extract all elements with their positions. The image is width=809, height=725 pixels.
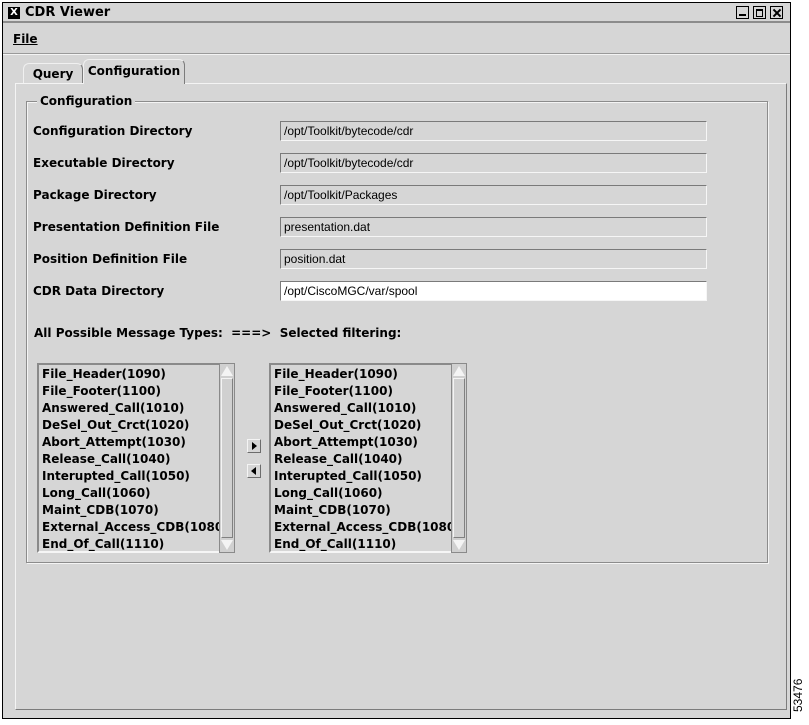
minimize-button[interactable] [736,6,749,19]
tab-query[interactable]: Query [23,63,83,83]
scroll-up-icon[interactable] [221,365,233,377]
list-item[interactable]: Abort_Attempt(1030) [39,434,229,451]
list-item[interactable]: Answered_Call(1010) [271,400,461,417]
list-item[interactable]: End_Of_Call(1110) [39,536,229,553]
presentation-definition-file-field[interactable] [280,217,707,237]
all-message-types-list[interactable]: File_Header(1090) File_Footer(1100) Answer… [37,363,233,553]
scroll-down-icon[interactable] [221,539,233,551]
list-item[interactable]: Abort_Attempt(1030) [271,434,461,451]
executable-directory-label: Executable Directory [33,156,175,170]
list-item[interactable]: Maint_CDB(1070) [39,502,229,519]
list-item[interactable]: End_Of_Call(1110) [271,536,461,553]
menu-file[interactable]: File [13,32,38,46]
all-message-types-scrollbar[interactable] [219,363,235,553]
remove-selected-button[interactable] [247,464,261,478]
list-item[interactable]: Release_Call(1040) [39,451,229,468]
package-directory-label: Package Directory [33,188,157,202]
list-item[interactable]: DeSel_Out_Crct(1020) [271,417,461,434]
package-directory-field[interactable] [280,185,707,205]
list-item[interactable]: External_Access_CDB(1080) [39,519,229,536]
list-item[interactable]: Release_Call(1040) [271,451,461,468]
list-item[interactable]: Maint_CDB(1070) [271,502,461,519]
scroll-down-icon[interactable] [453,539,465,551]
menu-bar: File [3,27,790,54]
cdr-data-directory-label: CDR Data Directory [33,284,165,298]
executable-directory-field[interactable] [280,153,707,173]
message-types-label: All Possible Message Types: ===> Selecte… [34,326,402,340]
list-item[interactable]: File_Header(1090) [39,366,229,383]
position-definition-file-label: Position Definition File [33,252,188,266]
scroll-track[interactable] [453,378,465,538]
tab-configuration[interactable]: Configuration [83,59,185,84]
selected-filtering-scrollbar[interactable] [451,363,467,553]
list-item[interactable]: Long_Call(1060) [39,485,229,502]
configuration-directory-label: Configuration Directory [33,124,193,138]
list-item[interactable]: File_Header(1090) [271,366,461,383]
maximize-button[interactable] [753,6,766,19]
list-item[interactable]: Interupted_Call(1050) [271,468,461,485]
list-item[interactable]: File_Footer(1100) [39,383,229,400]
add-selected-button[interactable] [247,439,261,453]
window-menu-icon[interactable]: X [8,7,20,19]
list-item[interactable]: Interupted_Call(1050) [39,468,229,485]
scroll-up-icon[interactable] [453,365,465,377]
presentation-definition-file-label: Presentation Definition File [33,220,220,234]
window-title: CDR Viewer [25,5,111,20]
list-item[interactable]: External_Access_CDB(1080) [271,519,461,536]
cdr-data-directory-field[interactable] [280,281,707,301]
selected-filtering-list[interactable]: File_Header(1090) File_Footer(1100) Answer… [269,363,465,553]
position-definition-file-field[interactable] [280,249,707,269]
list-item[interactable]: DeSel_Out_Crct(1020) [39,417,229,434]
close-button[interactable] [770,6,783,19]
list-item[interactable]: File_Footer(1100) [271,383,461,400]
configuration-directory-field[interactable] [280,121,707,141]
scroll-track[interactable] [221,378,233,538]
list-item[interactable]: Answered_Call(1010) [39,400,229,417]
configuration-group-title: Configuration [37,94,136,108]
cdr-viewer-window: X CDR Viewer File Query Configuration Co… [2,2,791,719]
title-bar[interactable]: X CDR Viewer [3,3,790,23]
figure-id: 53476 [791,678,805,712]
list-item[interactable]: Long_Call(1060) [271,485,461,502]
